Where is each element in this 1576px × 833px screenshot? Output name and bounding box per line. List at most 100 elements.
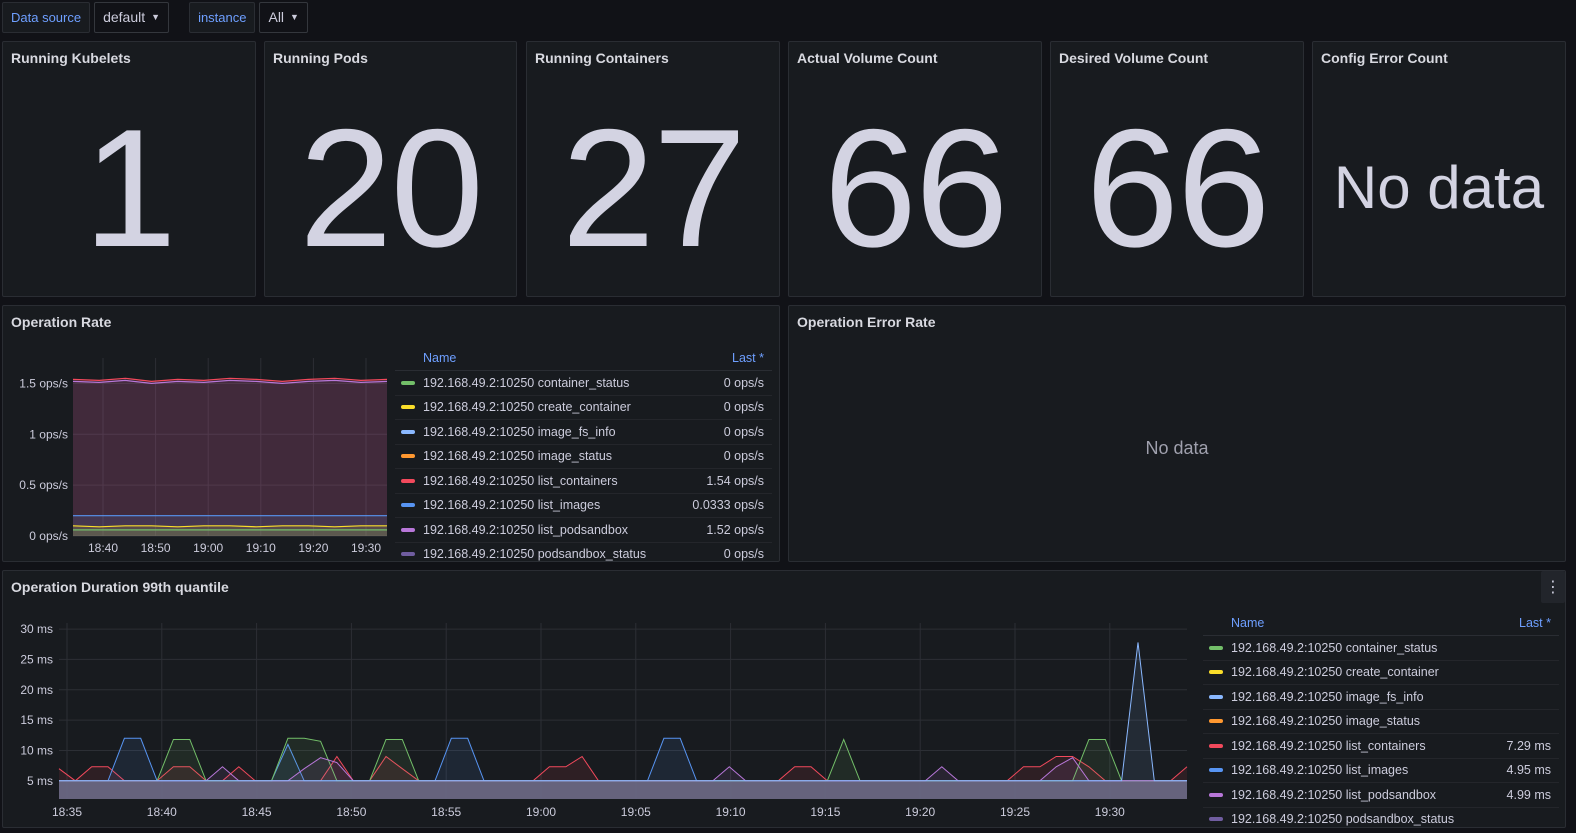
stat-panel-desired-volume-count[interactable]: Desired Volume Count 66 [1050,41,1304,297]
kebab-menu-icon[interactable]: ⋮ [1541,571,1565,603]
legend-series-last-value: 4.95 ms [1506,763,1551,778]
legend-item[interactable]: 192.168.49.2:10250 list_podsandbox 1.52 o… [395,518,772,543]
legend-series-name: 192.168.49.2:10250 container_status [423,375,630,390]
x-tick-label: 19:10 [246,541,276,555]
legend-series-name: 192.168.49.2:10250 podsandbox_status [1231,812,1455,827]
stat-value: 1 [83,93,176,282]
x-tick-label: 19:20 [298,541,328,555]
y-tick-label: 15 ms [20,713,53,727]
legend-item[interactable]: 192.168.49.2:10250 list_podsandbox 4.99 m… [1203,783,1559,808]
y-tick-label: 20 ms [20,683,53,697]
datasource-label: Data source [2,1,91,33]
panel-title: Actual Volume Count [797,50,938,66]
stat-value: 20 [299,93,484,282]
legend-item[interactable]: 192.168.49.2:10250 image_fs_info 0 ops/s [395,420,772,445]
series-area [73,529,387,536]
legend-item[interactable]: 192.168.49.2:10250 create_container [1203,661,1559,685]
legend-item[interactable]: 192.168.49.2:10250 list_images 0.0333 ops… [395,494,772,518]
x-tick-label: 19:30 [1095,805,1125,819]
instance-value: All [268,9,285,25]
panel-operation-error-rate[interactable]: Operation Error Rate No data [788,305,1566,562]
panel-title: Running Kubelets [11,50,131,66]
y-tick-label: 5 ms [27,774,53,788]
legend-item[interactable]: 192.168.49.2:10250 list_containers 1.54 o… [395,469,772,494]
legend-item[interactable]: 192.168.49.2:10250 image_fs_info [1203,685,1559,710]
stat-panel-config-error-count[interactable]: Config Error Count No data [1312,41,1566,297]
legend-item[interactable]: 192.168.49.2:10250 image_status 0 ops/s [395,445,772,469]
panel-title: Operation Rate [11,314,112,330]
legend-last-header[interactable]: Last * [732,351,772,365]
legend-series-name: 192.168.49.2:10250 podsandbox_status [423,547,647,562]
x-tick-label: 19:25 [1000,805,1030,819]
legend-item[interactable]: 192.168.49.2:10250 container_status [1203,636,1559,661]
stat-value: 27 [561,93,747,282]
x-tick-label: 18:40 [147,805,177,819]
legend-series-name: 192.168.49.2:10250 list_images [423,498,601,513]
legend-series-name: 192.168.49.2:10250 list_podsandbox [423,522,629,537]
legend-series-last-value: 0 ops/s [723,375,764,390]
legend-series-name: 192.168.49.2:10250 list_containers [1231,738,1426,753]
legend-name-header[interactable]: Name [395,351,732,365]
x-tick-label: 19:00 [193,541,223,555]
legend-header: Name Last * [395,346,772,371]
x-tick-label: 19:15 [810,805,840,819]
legend-item[interactable]: 192.168.49.2:10250 list_images 4.95 ms [1203,759,1559,783]
x-tick-label: 18:55 [431,805,461,819]
y-tick-label: 30 ms [20,622,53,636]
panel-title: Desired Volume Count [1059,50,1209,66]
legend-item[interactable]: 192.168.49.2:10250 image_status [1203,710,1559,734]
series-color-swatch [1209,817,1223,822]
legend-series-last-value: 0 ops/s [723,400,764,415]
operation-rate-chart[interactable]: 0 ops/s 0.5 ops/s 1 ops/s 1.5 ops/s 18:40 18:… [3,346,395,560]
legend-name-header[interactable]: Name [1203,616,1519,630]
legend-last-header[interactable]: Last * [1519,616,1559,630]
legend-series-name: 192.168.49.2:10250 image_status [1231,714,1421,729]
x-tick-label: 19:10 [716,805,746,819]
instance-label: instance [189,1,256,33]
panel-operation-duration[interactable]: Operation Duration 99th quantile ⋮ 5 ms 1… [2,570,1566,828]
series-color-swatch [401,429,415,434]
legend-item[interactable]: 192.168.49.2:10250 list_containers 7.29 m… [1203,734,1559,759]
panel-title: Running Pods [273,50,368,66]
series-color-swatch [1209,694,1223,699]
panel-operation-rate[interactable]: Operation Rate 0 ops/s 0.5 ops/s 1 ops/s 1.… [2,305,780,562]
legend-item[interactable]: 192.168.49.2:10250 create_container 0 ops… [395,396,772,420]
legend-series-name: 192.168.49.2:10250 image_fs_info [423,424,616,439]
series-line [59,642,1187,782]
legend-item[interactable]: 192.168.49.2:10250 podsandbox_status 0 op… [395,543,772,567]
legend-series-name: 192.168.49.2:10250 create_container [1231,665,1439,680]
chevron-down-icon: ▼ [151,12,161,22]
legend-series-last-value: 7.29 ms [1506,738,1551,753]
legend-series-name: 192.168.49.2:10250 image_status [423,449,613,464]
series-color-swatch [1209,768,1223,773]
stat-panel-running-pods[interactable]: Running Pods 20 [264,41,517,297]
no-data-message: No data [1145,438,1209,458]
operation-duration-chart[interactable]: 5 ms 10 ms 15 ms 20 ms 25 ms 30 ms 18:35 18:40 1… [3,611,1199,827]
series-color-swatch [1209,719,1223,724]
series-color-swatch [1209,670,1223,675]
series-color-swatch [1209,743,1223,748]
legend-item[interactable]: 192.168.49.2:10250 podsandbox_status [1203,808,1559,832]
legend-series-last-value: 0 ops/s [723,547,764,562]
legend-series-name: 192.168.49.2:10250 list_containers [423,473,618,488]
series-area [73,380,387,536]
stat-panel-running-containers[interactable]: Running Containers 27 [526,41,780,297]
x-tick-label: 18:35 [52,805,82,819]
instance-select[interactable]: All ▼ [259,1,308,33]
stat-panel-running-kubelets[interactable]: Running Kubelets 1 [2,41,256,297]
x-tick-label: 18:45 [242,805,272,819]
dashboard-variables: Data source default ▼ instance All ▼ [2,1,308,33]
series-color-swatch [401,454,415,459]
legend-series-name: 192.168.49.2:10250 container_status [1231,640,1438,655]
operation-duration-legend: Name Last * 192.168.49.2:10250 container… [1203,611,1559,831]
panel-title: Operation Duration 99th quantile [11,579,229,595]
stat-panel-actual-volume-count[interactable]: Actual Volume Count 66 [788,41,1042,297]
y-tick-label: 0.5 ops/s [19,478,68,492]
series-color-swatch [401,478,415,483]
legend-item[interactable]: 192.168.49.2:10250 container_status 0 ops… [395,371,772,396]
datasource-select[interactable]: default ▼ [94,1,170,33]
y-tick-label: 1 ops/s [29,427,68,441]
legend-series-last-value: 0.0333 ops/s [692,498,764,513]
operation-rate-legend: Name Last * 192.168.49.2:10250 container… [395,346,772,566]
x-tick-label: 18:50 [141,541,171,555]
